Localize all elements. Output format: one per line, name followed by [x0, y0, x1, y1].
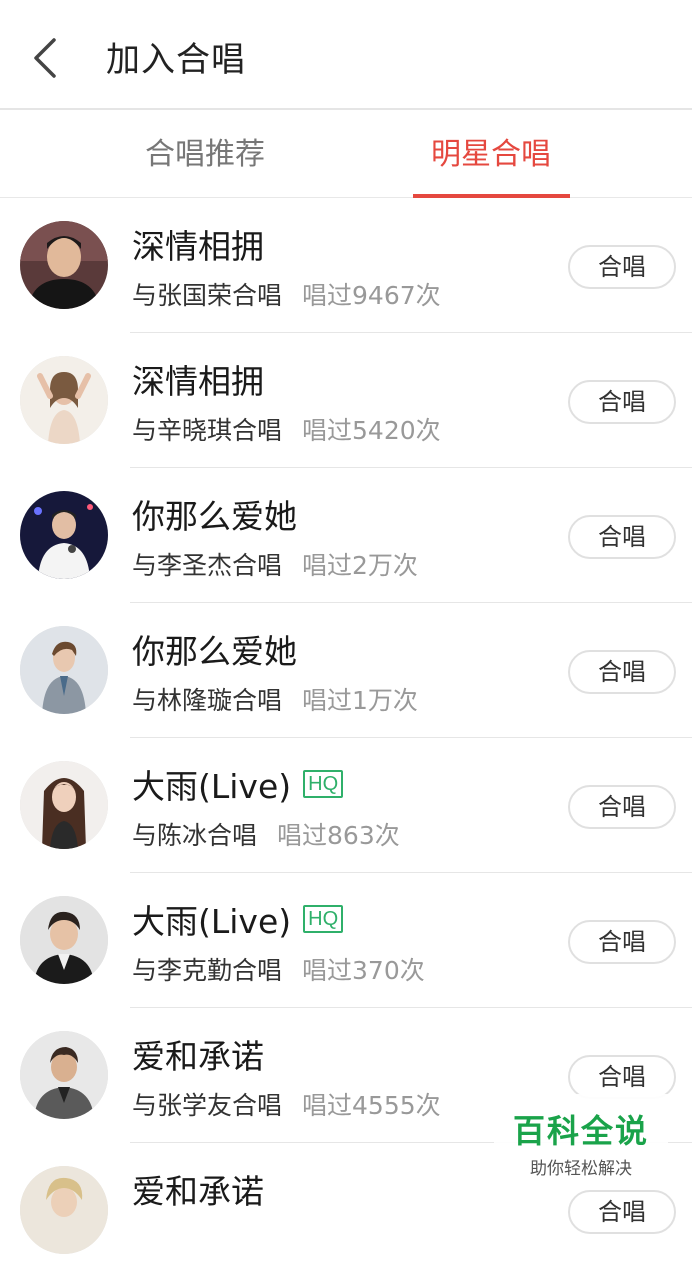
list-item[interactable]: 大雨(Live) HQ 与陈冰合唱 唱过863次 合唱: [0, 738, 692, 873]
duet-artist: 与林隆璇合唱: [132, 686, 283, 715]
song-meta: 与李圣杰合唱 唱过2万次: [132, 546, 418, 582]
watermark-title: 百科全说: [512, 1112, 649, 1150]
song-title: 你那么爱她: [132, 497, 297, 536]
duet-artist: 与张学友合唱: [132, 1091, 283, 1120]
song-title: 大雨(Live) HQ: [132, 895, 344, 943]
tab-star-duets[interactable]: 明星合唱: [412, 110, 570, 198]
duet-button[interactable]: 合唱: [568, 650, 676, 694]
avatar: [20, 761, 108, 849]
duet-artist: 与李克勤合唱: [132, 956, 283, 985]
sing-count: 唱过370次: [302, 956, 425, 985]
song-title: 大雨(Live) HQ: [132, 760, 344, 808]
duet-artist: 与陈冰合唱: [132, 821, 258, 850]
back-button[interactable]: [22, 30, 70, 86]
song-meta: 与林隆璇合唱 唱过1万次: [132, 681, 418, 717]
song-title: 爱和承诺: [132, 1172, 264, 1211]
song-meta: 与张国荣合唱 唱过9467次: [132, 276, 441, 312]
app-header: 加入合唱: [0, 0, 692, 110]
duet-artist: 与辛晓琪合唱: [132, 416, 283, 445]
duet-button[interactable]: 合唱: [568, 1055, 676, 1099]
watermark-logo: 百科全说 助你轻松解决: [494, 1094, 668, 1179]
sing-count: 唱过5420次: [302, 416, 441, 445]
avatar: [20, 356, 108, 444]
song-meta: 与张学友合唱 唱过4555次: [132, 1086, 441, 1122]
avatar: [20, 1166, 108, 1254]
song-title: 深情相拥: [132, 227, 264, 266]
list-item[interactable]: 深情相拥 与张国荣合唱 唱过9467次 合唱: [0, 198, 692, 333]
avatar: [20, 1031, 108, 1119]
list-item[interactable]: 大雨(Live) HQ 与李克勤合唱 唱过370次 合唱: [0, 873, 692, 1008]
duet-button[interactable]: 合唱: [568, 245, 676, 289]
watermark-subtitle: 助你轻松解决: [530, 1159, 632, 1179]
song-meta: 与陈冰合唱 唱过863次: [132, 816, 400, 852]
sing-count: 唱过863次: [277, 821, 400, 850]
tab-bar: 合唱推荐 明星合唱: [0, 110, 692, 198]
song-title: 爱和承诺: [132, 1037, 264, 1076]
sing-count: 唱过2万次: [302, 551, 418, 580]
duet-artist: 与张国荣合唱: [132, 281, 283, 310]
sing-count: 唱过4555次: [302, 1091, 441, 1120]
avatar: [20, 626, 108, 714]
song-meta: 与辛晓琪合唱 唱过5420次: [132, 411, 441, 447]
sing-count: 唱过9467次: [302, 281, 441, 310]
duet-button[interactable]: 合唱: [568, 785, 676, 829]
duet-button[interactable]: 合唱: [568, 1190, 676, 1234]
song-meta: 与李克勤合唱 唱过370次: [132, 951, 425, 987]
duet-button[interactable]: 合唱: [568, 515, 676, 559]
duet-button[interactable]: 合唱: [568, 920, 676, 964]
page-title: 加入合唱: [106, 40, 246, 80]
avatar: [20, 896, 108, 984]
duet-button[interactable]: 合唱: [568, 380, 676, 424]
tab-recommended-duets[interactable]: 合唱推荐: [120, 110, 290, 198]
song-title: 你那么爱她: [132, 632, 297, 671]
sing-count: 唱过1万次: [302, 686, 418, 715]
duet-artist: 与李圣杰合唱: [132, 551, 283, 580]
chevron-left-icon: [34, 38, 56, 78]
list-item[interactable]: 你那么爱她 与林隆璇合唱 唱过1万次 合唱: [0, 603, 692, 738]
list-item[interactable]: 你那么爱她 与李圣杰合唱 唱过2万次 合唱: [0, 468, 692, 603]
hq-badge: HQ: [303, 770, 344, 798]
list-item[interactable]: 深情相拥 与辛晓琪合唱 唱过5420次 合唱: [0, 333, 692, 468]
avatar: [20, 491, 108, 579]
avatar: [20, 221, 108, 309]
song-title: 深情相拥: [132, 362, 264, 401]
hq-badge: HQ: [303, 905, 344, 933]
